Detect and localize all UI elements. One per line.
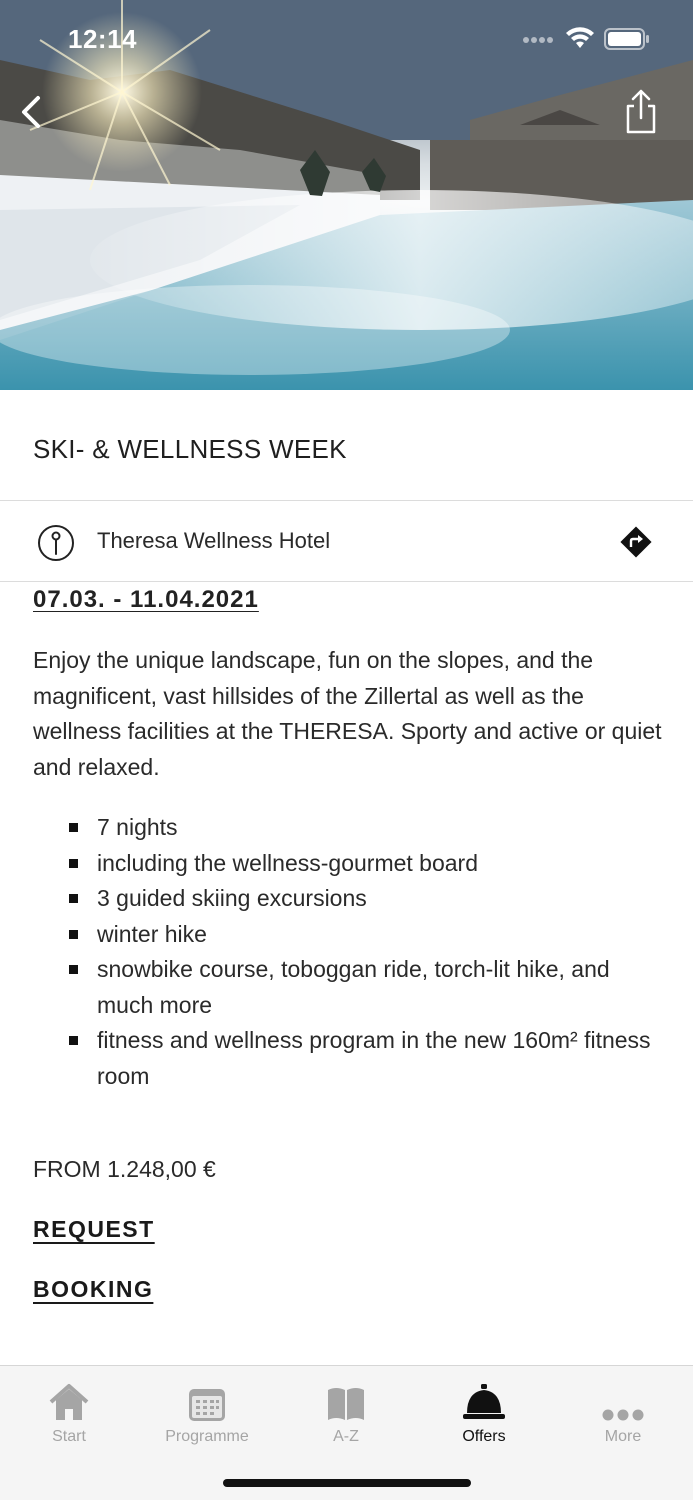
cellular-signal-icon [523,37,553,43]
booking-link[interactable]: BOOKING [33,1276,153,1303]
request-link[interactable]: REQUEST [33,1216,155,1243]
battery-icon [604,28,649,50]
share-button[interactable] [620,88,662,136]
wifi-icon [566,27,594,48]
feature-item: winter hike [33,917,663,953]
feature-item: snowbike course, toboggan ride, torch-li… [33,952,663,1023]
share-icon [626,89,656,134]
hero-scene [0,0,693,390]
offer-title: SKI- & WELLNESS WEEK [33,434,347,464]
directions-icon[interactable] [619,525,653,559]
tab-programme-label: Programme [165,1428,249,1445]
tab-offers-label: Offers [462,1428,506,1445]
offer-description: Enjoy the unique landscape, fun on the s… [33,647,662,780]
location-pin-icon [38,525,74,561]
location-row[interactable]: Theresa Wellness Hotel [0,501,693,581]
home-icon [49,1384,89,1420]
tab-a-z[interactable]: A-Z [286,1374,406,1454]
feature-item: fitness and wellness program in the new … [33,1023,663,1094]
tab-start[interactable]: Start [9,1374,129,1454]
service-bell-icon [463,1384,505,1419]
more-dots-icon [602,1409,644,1421]
status-bar: 12:14 [0,22,693,58]
back-button[interactable] [14,90,54,134]
tab-more-label: More [604,1428,642,1445]
location-name: Theresa Wellness Hotel [97,528,331,553]
offer-price: FROM 1.248,00 € [33,1156,216,1182]
hero-image: 12:14 [0,0,693,390]
offer-date-range: 07.03. - 11.04.2021 [33,586,259,613]
feature-item: 7 nights [33,810,663,846]
feature-list: 7 nights including the wellness-gourmet … [33,810,663,1094]
home-indicator[interactable] [223,1479,471,1487]
status-time: 12:14 [68,24,137,54]
feature-item: including the wellness-gourmet board [33,846,663,882]
book-icon [328,1388,364,1420]
tab-offers[interactable]: Offers [424,1374,544,1454]
tab-start-label: Start [52,1428,86,1445]
tab-a-z-label: A-Z [333,1428,359,1445]
tab-programme[interactable]: Programme [147,1374,267,1454]
tab-more[interactable]: More [563,1374,683,1454]
feature-item: 3 guided skiing excursions [33,881,663,917]
calendar-icon [189,1389,225,1421]
divider [0,581,693,582]
chevron-left-icon [22,96,40,128]
